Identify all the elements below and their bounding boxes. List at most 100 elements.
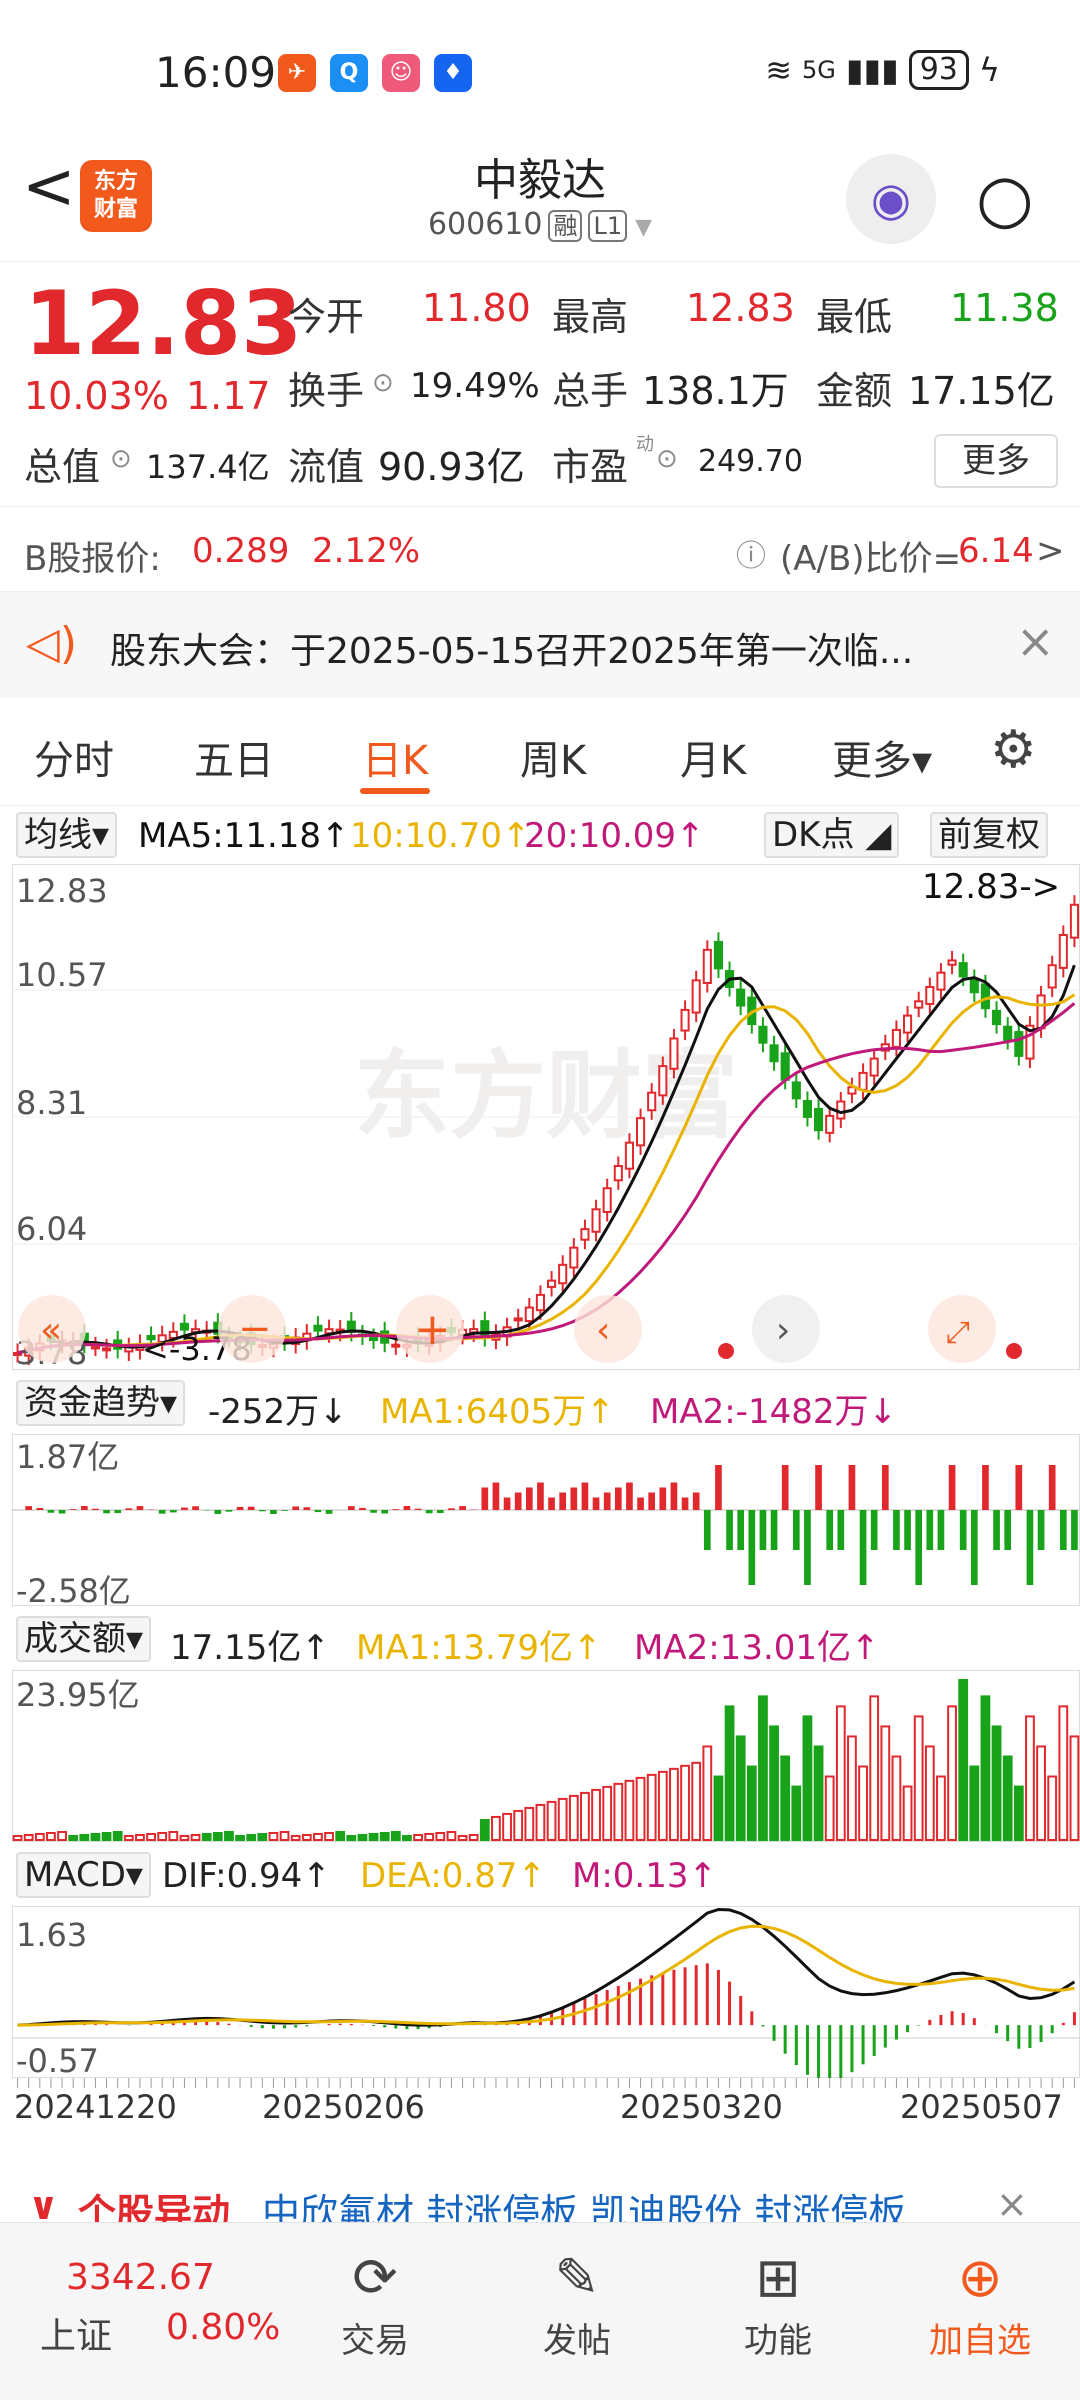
margin-tag: 融	[548, 210, 583, 242]
nav-trade[interactable]: ⟳ 交易	[305, 2243, 445, 2362]
volume-bar	[457, 1834, 468, 1842]
candlestick-chart[interactable]: 东方财富 12.83 10.57 8.31 6.04 3.78 12.83-> …	[12, 864, 1080, 1370]
volume-bar	[90, 1832, 101, 1841]
volume-chart[interactable]: 23.95亿	[12, 1670, 1080, 1842]
ma5-value: MA5:11.18↑	[138, 816, 350, 856]
candle	[936, 971, 946, 991]
expand-down-icon: ∨	[28, 2184, 59, 2222]
volume-bar	[290, 1834, 301, 1842]
fund-ma1: MA1:6405万↑	[380, 1392, 615, 1432]
volume-bar	[602, 1785, 613, 1841]
fund-top-label: 1.87亿	[16, 1438, 119, 1476]
nav-function[interactable]: ⊞ 功能	[708, 2243, 848, 2362]
fund-trend-chart[interactable]: 1.87亿 -2.58亿	[12, 1434, 1080, 1606]
tab-five-day[interactable]: 五日	[194, 728, 274, 786]
search-icon[interactable]: ○	[976, 160, 1034, 237]
candle	[858, 1071, 868, 1091]
fund-bar	[737, 1510, 745, 1550]
macd-select[interactable]: MACD▾	[16, 1852, 151, 1898]
index-value[interactable]: 3342.67	[66, 2257, 215, 2298]
b-share-row[interactable]: B股报价: 0.289 2.12% ⓘ (A/B)比价= 6.14 >	[0, 506, 1080, 592]
edit-icon: ✎	[554, 2246, 600, 2309]
volume-bar	[68, 1834, 79, 1842]
help-icon[interactable]: ⓘ	[736, 531, 766, 575]
info-icon[interactable]: ⊙	[656, 444, 678, 474]
nav-add-label: 加自选	[929, 2321, 1031, 2361]
candle	[914, 1000, 924, 1009]
volume-bar	[947, 1705, 957, 1842]
fund-bar	[236, 1506, 244, 1510]
pe-superscript: 动	[636, 434, 654, 455]
fund-bar	[626, 1482, 633, 1510]
volume-bar	[1058, 1705, 1069, 1842]
candle	[591, 1208, 601, 1233]
fund-bar	[915, 1510, 923, 1585]
close-icon[interactable]: ×	[996, 2182, 1028, 2222]
fund-bar	[303, 1507, 311, 1510]
fund-bar	[347, 1506, 355, 1510]
fund-bar	[659, 1487, 667, 1510]
volume-bar	[791, 1785, 802, 1841]
volume-select[interactable]: 成交额▾	[16, 1616, 152, 1662]
nav-add-watchlist[interactable]: ⊕ 加自选	[910, 2243, 1050, 2362]
chart-frame	[12, 1906, 1080, 2078]
tab-weekly-k[interactable]: 周K	[520, 728, 586, 786]
announcement-bar[interactable]: ◁) 股东大会：于2025-05-15召开2025年第一次临... ×	[0, 592, 1080, 698]
fund-bar	[570, 1487, 578, 1510]
chevron-left-icon: ‹	[596, 1310, 610, 1351]
volume-bar	[924, 1745, 935, 1841]
candle	[825, 1114, 835, 1134]
candle	[780, 1052, 790, 1081]
adjust-select[interactable]: 前复权	[930, 812, 1048, 858]
chart-period-tabs: 分时 五日 日K 周K 月K 更多▾ ⚙	[0, 700, 1080, 806]
pe-label: 市盈	[552, 445, 629, 489]
more-button[interactable]: 更多	[934, 434, 1058, 488]
dropdown-icon: ▼	[635, 215, 653, 240]
volume-bar	[324, 1831, 334, 1841]
gear-icon[interactable]: ⚙	[990, 720, 1037, 780]
fund-bar	[436, 1510, 444, 1514]
fund-bar	[459, 1506, 466, 1510]
info-icon[interactable]: ⊙	[110, 444, 132, 474]
candle	[758, 1025, 768, 1044]
dk-point-select[interactable]: DK点 ◢	[764, 812, 900, 858]
candle	[680, 1008, 690, 1032]
max-price-label: 12.83->	[922, 867, 1060, 907]
volume-bar	[390, 1830, 401, 1841]
candle	[669, 1037, 679, 1070]
fund-bar	[92, 1508, 99, 1510]
change-pct: 10.03%	[24, 374, 169, 418]
volume-bar	[502, 1812, 512, 1842]
info-icon[interactable]: ⊙	[372, 368, 394, 398]
fund-bar	[592, 1497, 600, 1510]
volume-bar	[546, 1800, 557, 1841]
system-indicators: ≋ 5G ▮▮▮ 93 ϟ	[765, 50, 1000, 90]
fund-bar	[425, 1510, 433, 1514]
fund-bar	[1048, 1465, 1056, 1510]
volume-bar	[746, 1765, 757, 1841]
fund-bar	[1037, 1510, 1045, 1550]
volume-bar	[591, 1788, 601, 1841]
news-ticker[interactable]: ∨ 个股异动 中欣氟材 封涨停板 凯迪股份 封涨停板 ×	[0, 2182, 1080, 2222]
nav-post[interactable]: ✎ 发帖	[507, 2243, 647, 2362]
tab-daily-k[interactable]: 日K	[362, 728, 428, 786]
ticker-text: 中欣氟材 封涨停板 凯迪股份 封涨停板	[262, 2191, 907, 2222]
announcement-text: 股东大会：于2025-05-15召开2025年第一次临...	[110, 631, 914, 672]
fund-bar	[381, 1510, 389, 1514]
candle	[891, 1028, 901, 1048]
y-tick: 10.57	[16, 956, 108, 994]
candle	[802, 1100, 812, 1118]
candle	[513, 1317, 523, 1322]
fund-trend-select[interactable]: 资金趋势▾	[16, 1380, 186, 1426]
nav-function-label: 功能	[744, 2321, 812, 2361]
tab-monthly-k[interactable]: 月K	[680, 728, 746, 786]
macd-chart[interactable]: 1.63 -0.57	[12, 1906, 1080, 2078]
volume-bar	[724, 1705, 735, 1842]
ma-select[interactable]: 均线▾	[16, 812, 118, 858]
close-icon[interactable]: ×	[1016, 614, 1055, 668]
fund-bar	[503, 1497, 511, 1510]
tab-intraday[interactable]: 分时	[34, 728, 114, 786]
fund-bar	[792, 1510, 800, 1550]
robot-assistant-icon[interactable]: ◉	[846, 154, 936, 244]
tab-more[interactable]: 更多▾	[832, 728, 932, 786]
